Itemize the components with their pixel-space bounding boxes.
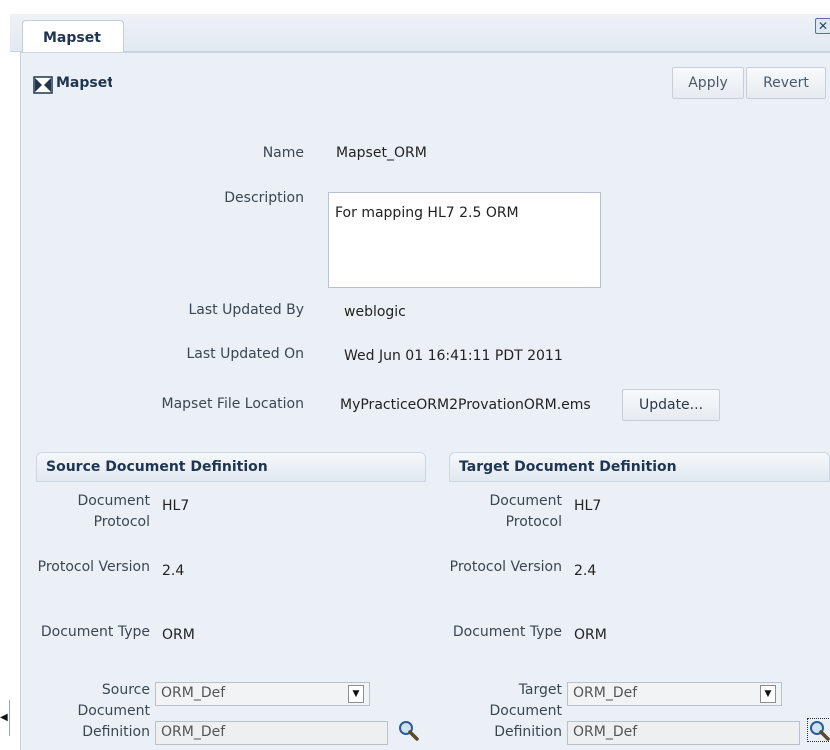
tab-bar: Mapset	[10, 14, 830, 53]
target-protocol-value: HL7	[574, 498, 602, 514]
source-protocol-label: Document Protocol	[77, 493, 150, 530]
source-version-value: 2.4	[162, 563, 185, 579]
description-field[interactable]: For mapping HL7 2.5 ORM	[328, 192, 601, 288]
panel-title: Mapset	[56, 75, 112, 91]
close-icon[interactable]: ✕	[815, 18, 830, 34]
last-updated-by-value: weblogic	[344, 304, 406, 320]
tab-mapset-label: Mapset	[43, 30, 101, 46]
chevron-down-icon[interactable]: ▼	[348, 685, 364, 703]
source-definition-select[interactable]: ORM_Def ▼	[155, 682, 370, 706]
source-definition-select-value: ORM_Def	[161, 685, 226, 701]
source-type-value: ORM	[162, 627, 195, 643]
source-definition-field[interactable]: ORM_Def	[155, 721, 388, 745]
target-version-label: Protocol Version	[449, 559, 562, 575]
target-definition-label: Target Document Definition	[489, 682, 562, 740]
target-type-value: ORM	[574, 627, 607, 643]
target-version-value: 2.4	[574, 563, 597, 579]
source-version-label: Protocol Version	[37, 559, 150, 575]
target-definition-select-value: ORM_Def	[573, 685, 638, 701]
name-label: Name	[262, 145, 304, 161]
search-icon[interactable]	[397, 719, 419, 741]
file-location-label: Mapset File Location	[161, 396, 304, 412]
update-button[interactable]: Update...	[622, 389, 720, 421]
source-protocol-value: HL7	[162, 498, 190, 514]
target-section-header: Target Document Definition	[449, 452, 830, 482]
last-updated-by-label: Last Updated By	[188, 302, 304, 318]
target-protocol-label: Document Protocol	[489, 493, 562, 530]
chevron-left-icon[interactable]: ◀	[0, 700, 10, 736]
last-updated-on-value: Wed Jun 01 16:41:11 PDT 2011	[344, 348, 563, 364]
chevron-down-icon[interactable]: ▼	[760, 685, 776, 703]
source-type-label: Document Type	[40, 624, 150, 640]
tab-mapset[interactable]: Mapset	[22, 20, 124, 53]
target-definition-field[interactable]: ORM_Def	[567, 721, 800, 745]
source-section-header: Source Document Definition	[36, 452, 426, 482]
source-definition-label: Source Document Definition	[77, 682, 150, 740]
name-value: Mapset_ORM	[336, 145, 427, 161]
apply-button[interactable]: Apply	[672, 67, 744, 99]
last-updated-on-label: Last Updated On	[186, 346, 304, 362]
target-definition-select[interactable]: ORM_Def ▼	[567, 682, 782, 706]
description-label: Description	[224, 190, 304, 206]
mapset-icon	[33, 76, 53, 94]
file-location-value: MyPracticeORM2ProvationORM.ems	[340, 397, 591, 413]
search-icon[interactable]	[807, 718, 830, 742]
revert-button[interactable]: Revert	[746, 67, 826, 99]
target-type-label: Document Type	[452, 624, 562, 640]
